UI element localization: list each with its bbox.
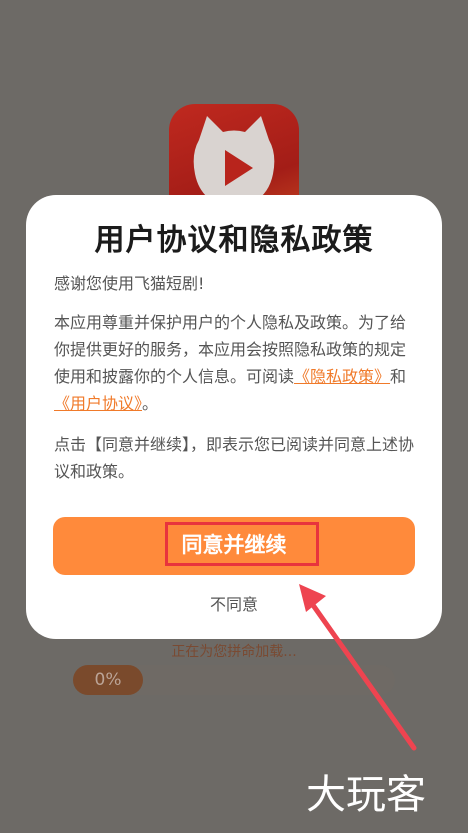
annotation-arrow-icon xyxy=(299,584,417,751)
watermark-text: 大玩客 xyxy=(306,772,426,818)
